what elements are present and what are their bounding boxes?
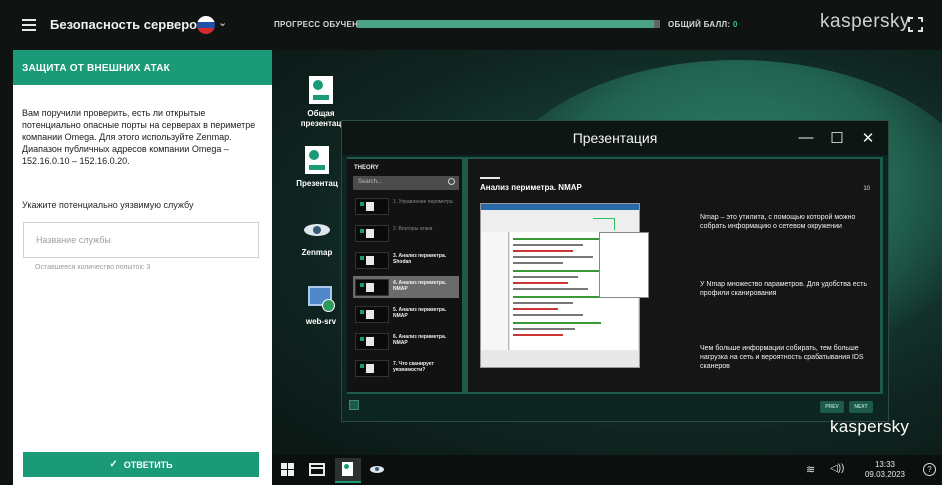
sidebar-slide-item[interactable]: 7. Что сканирует уязвимости? [353,357,459,379]
service-name-input[interactable] [23,222,259,258]
slide-content: Анализ периметра. NMAP 10 Nmap – это ути… [468,159,880,392]
sidebar-slide-label: 4. Анализ периметра. NMAP [393,280,447,292]
nmap-screenshot-image [480,203,649,368]
next-slide-button[interactable]: NEXT [849,401,873,413]
windows-start-icon[interactable] [281,463,295,477]
slide-thumbnail [355,225,389,242]
prev-slide-button[interactable]: PREV [820,401,844,413]
desktop-icon-label: Общая презентац [300,109,342,128]
document-icon [309,76,333,104]
sidebar-slide-label: 5. Анализ периметра. NMAP [393,307,447,319]
sidebar-slide-label: 3. Анализ периметра. Shodan [393,253,447,265]
maximize-icon[interactable]: ☐ [828,129,846,147]
clock[interactable]: 13:33 09.03.2023 [861,460,909,480]
top-bar: Безопасность серверов ⌄ ПРОГРЕСС ОБУЧЕНИ… [0,0,942,50]
task-description: Вам поручили проверить, есть ли открытые… [22,108,256,166]
taskbar-presentation-app[interactable] [335,458,361,483]
clock-time: 13:33 [874,460,896,469]
sidebar-slide-item[interactable]: 6. Анализ периметра. NMAP [353,330,459,352]
progress-bar-fill [357,20,654,28]
progress-label: ПРОГРЕСС ОБУЧЕНИЯ [274,20,371,29]
sidebar-slide-item[interactable]: 5. Анализ периметра. NMAP [353,303,459,325]
sidebar-slide-label: 1. Управление периметра [393,199,453,205]
search-placeholder: Search... [358,179,383,185]
theory-sidebar: THEORY Search... 1. Управление периметра… [347,159,462,392]
slide-paragraph: Чем больше информации собирать, тем боль… [700,345,864,370]
search-icon [448,178,455,185]
sidebar-slide-label: 6. Анализ периметра. NMAP [393,334,447,346]
file-explorer-icon[interactable] [309,463,325,476]
screenshot-host-list [481,232,509,350]
slide-thumbnail [355,360,389,377]
document-icon [305,146,329,174]
submit-label: ОТВЕТИТЬ [123,459,173,470]
chevron-down-icon[interactable]: ⌄ [218,16,227,29]
check-icon: ✓ [109,459,118,470]
app-frame: Безопасность серверов ⌄ ПРОГРЕСС ОБУЧЕНИ… [0,0,942,485]
hamburger-menu-icon[interactable] [22,19,36,31]
attempts-remaining: Оставшееся количество попыток: 3 [35,264,151,271]
window-titlebar[interactable]: Презентация — ☐ ✕ [342,121,888,155]
clock-date: 09.03.2023 [864,470,906,479]
kaspersky-logo: kaspersky [820,11,911,32]
volume-icon[interactable]: ◁)) [830,463,844,474]
slide-thumbnail [355,252,389,269]
wifi-icon[interactable]: ≋ [806,463,815,476]
sidebar-slide-item[interactable]: 3. Анализ периметра. Shodan [353,249,459,271]
sidebar-slide-item[interactable]: 1. Управление периметра [353,195,459,217]
course-title: Безопасность серверов [50,17,206,32]
slide-title-accent [480,177,500,179]
presentation-window: Презентация — ☐ ✕ THEORY Search... 1. Уп… [341,120,889,422]
sidebar-slide-item[interactable]: 2. Векторы атаки [353,222,459,244]
slide-number: 10 [863,186,870,192]
sidebar-slide-item[interactable]: 4. Анализ периметра. NMAP [353,276,459,298]
task-panel: ЗАЩИТА ОТ ВНЕШНИХ АТАК Вам поручили пров… [13,50,272,485]
slide-title: Анализ периметра. NMAP [480,183,582,192]
submit-answer-button[interactable]: ✓ ОТВЕТИТЬ [23,452,259,477]
screenshot-footer [481,350,639,367]
slide-thumbnail [355,306,389,323]
slide-paragraph: У Nmap множество параметров. Для удобств… [700,281,867,297]
slide-paragraph: Nmap – это утилита, с помощью которой мо… [700,214,856,230]
eye-icon [304,220,330,240]
sidebar-slide-label: 2. Векторы атаки [393,226,433,232]
screenshot-profile-dropdown [599,232,649,298]
screenshot-arrow [593,218,615,230]
zenmap-taskbar-icon[interactable] [370,465,384,474]
server-icon [308,286,335,312]
answer-prompt: Укажите потенциально уязвимую службу [22,200,194,210]
task-heading: ЗАЩИТА ОТ ВНЕШНИХ АТАК [13,50,272,85]
taskbar: ≋ ◁)) 13:33 09.03.2023 ? [272,455,942,485]
slide-thumbnail [355,279,389,296]
slide-thumbnail [355,198,389,215]
score-label: ОБЩИЙ БАЛЛ: 0 [668,20,738,29]
sidebar-heading: THEORY [354,165,379,171]
sidebar-slide-label: 7. Что сканирует уязвимости? [393,361,434,373]
screenshot-toolbar [481,210,639,232]
document-icon [342,462,353,476]
minimize-icon[interactable]: — [797,129,815,146]
sidebar-search-input[interactable]: Search... [353,176,459,190]
russian-flag-icon[interactable] [197,16,215,34]
fullscreen-icon[interactable] [908,17,923,32]
presentation-body: THEORY Search... 1. Управление периметра… [347,157,883,394]
progress-bar [357,20,660,28]
kaspersky-desktop-logo: kaspersky [830,417,910,436]
help-icon[interactable]: ? [923,463,936,476]
close-icon[interactable]: ✕ [859,129,877,147]
slide-thumbnail [355,333,389,350]
slides-menu-icon[interactable] [349,400,359,410]
score-value: 0 [732,20,738,29]
